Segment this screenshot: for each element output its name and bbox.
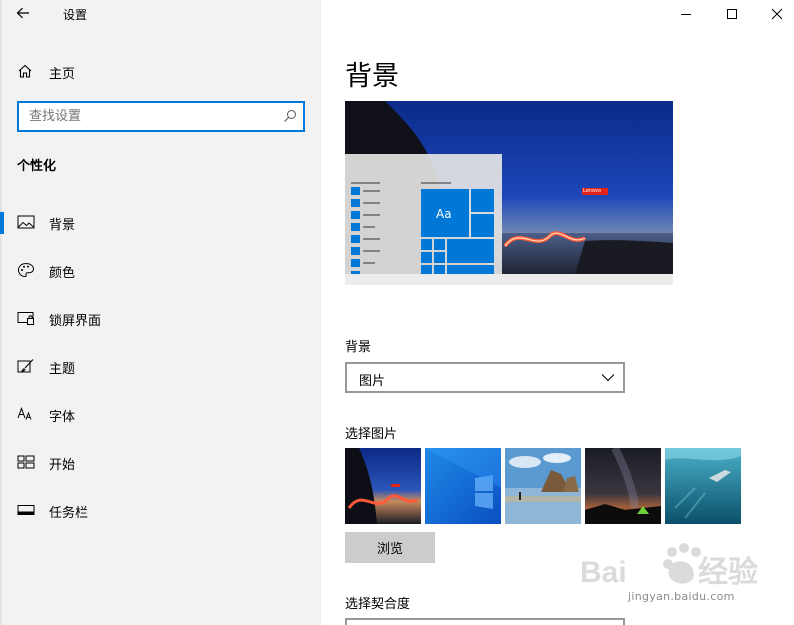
dropdown-value: 图片: [359, 374, 386, 389]
sidebar-item-colors[interactable]: 颜色: [0, 252, 321, 288]
thumbnail-image: [665, 448, 741, 524]
start-grid-icon: [17, 455, 35, 469]
watermark-url: jingyan.baidu.com: [628, 590, 735, 603]
home-icon: [18, 64, 32, 78]
background-label: 背景: [345, 340, 372, 355]
sidebar: 设置 主页 个性化 背景 颜色: [0, 0, 321, 625]
theme-brush-icon: [17, 359, 34, 373]
thumbnail-night-sky-tent[interactable]: [585, 448, 661, 524]
sidebar-item-start[interactable]: 开始: [0, 444, 321, 480]
thumbnail-underwater-swimmer[interactable]: [665, 448, 741, 524]
search-icon[interactable]: [283, 109, 297, 123]
title-bar: 设置: [0, 0, 321, 28]
preview-start-tiles: [351, 182, 494, 274]
svg-text:Bai: Bai: [580, 556, 627, 589]
sidebar-item-label: 任务栏: [49, 506, 89, 521]
active-indicator: [0, 212, 4, 234]
close-icon: [771, 8, 783, 20]
chevron-down-icon: [601, 374, 615, 382]
sidebar-item-lock-screen[interactable]: 锁屏界面: [0, 300, 321, 336]
taskbar-icon: [17, 505, 35, 515]
preview-taskbar: [345, 274, 673, 285]
lock-screen-icon: [17, 312, 34, 325]
app-title: 设置: [63, 8, 88, 22]
home-nav-item[interactable]: 主页: [0, 56, 321, 86]
background-type-dropdown[interactable]: 图片: [345, 362, 625, 393]
thumbnail-image: [425, 448, 501, 524]
fit-dropdown[interactable]: [345, 618, 625, 625]
sidebar-item-label: 颜色: [49, 266, 76, 281]
search-input[interactable]: [19, 103, 277, 130]
sidebar-item-taskbar[interactable]: 任务栏: [0, 492, 321, 528]
thumbnail-windows-blue[interactable]: [425, 448, 501, 524]
font-icon: [17, 407, 32, 420]
back-arrow-icon: [16, 7, 29, 19]
picture-icon: [17, 215, 35, 229]
svg-text:经验: 经验: [698, 555, 758, 589]
picture-thumbnails: [345, 448, 745, 524]
sidebar-item-label: 开始: [49, 458, 76, 473]
home-label: 主页: [49, 67, 76, 82]
preview-start-menu: Aa: [345, 154, 502, 274]
thumbnail-lenovo-beach[interactable]: [345, 448, 421, 524]
thumbnail-rock-beach[interactable]: [505, 448, 581, 524]
thumbnail-image: [345, 448, 421, 524]
thumbnail-image: [505, 448, 581, 524]
sidebar-item-label: 主题: [49, 362, 76, 377]
maximize-icon: [727, 9, 737, 19]
palette-icon: [17, 262, 35, 278]
sidebar-item-themes[interactable]: 主题: [0, 348, 321, 384]
sidebar-item-label: 锁屏界面: [49, 314, 102, 329]
back-button[interactable]: [10, 2, 36, 24]
preview-sample-text: Aa: [436, 207, 452, 221]
choose-picture-label: 选择图片: [345, 427, 398, 442]
preview-brand-tag: Lenovo: [583, 188, 602, 194]
sidebar-item-label: 背景: [49, 218, 76, 233]
search-box: [17, 101, 305, 132]
wallpaper-preview: Lenovo Aa: [345, 101, 673, 285]
thumbnail-image: [585, 448, 661, 524]
sidebar-item-background[interactable]: 背景: [0, 204, 321, 240]
minimize-icon: [681, 14, 691, 15]
fit-label: 选择契合度: [345, 597, 411, 612]
section-title: 个性化: [17, 159, 57, 174]
sidebar-item-label: 字体: [49, 410, 76, 425]
page-title: 背景: [345, 61, 399, 92]
browse-button[interactable]: 浏览: [345, 532, 435, 563]
minimize-button[interactable]: [663, 0, 709, 28]
maximize-button[interactable]: [709, 0, 755, 28]
close-button[interactable]: [754, 0, 794, 28]
sidebar-item-fonts[interactable]: 字体: [0, 396, 321, 432]
